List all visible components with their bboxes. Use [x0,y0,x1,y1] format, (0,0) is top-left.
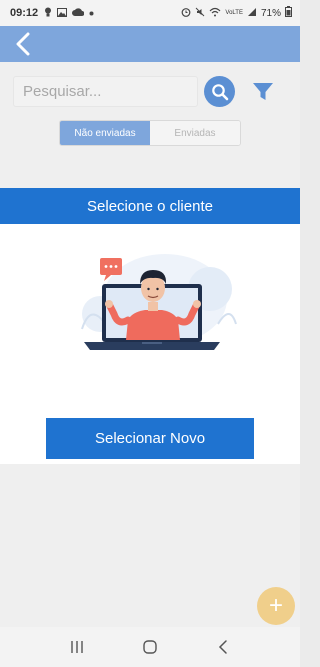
system-back-button[interactable] [208,632,238,662]
battery-percent: 71% [260,7,281,19]
tab-enviadas[interactable]: Enviadas [150,121,240,145]
recent-apps-button[interactable] [62,632,92,662]
network-label: VoLTE [225,10,243,16]
home-icon [143,640,157,654]
alarm-icon [181,7,191,20]
filter-button[interactable] [250,80,276,104]
app-screen: 09:12 VoLTE 71% Pesquisar... Não enviada… [0,0,300,667]
bulb-icon [44,7,52,19]
image-icon [57,7,68,19]
app-header [0,26,300,62]
mute-icon [195,7,205,20]
section-title: Selecione o cliente [0,188,300,224]
chevron-left-icon [16,32,30,56]
select-new-button[interactable]: Selecionar Novo [46,418,254,459]
system-navigation-bar [0,627,300,667]
status-bar: 09:12 VoLTE 71% [0,0,300,26]
recent-apps-icon [70,641,83,653]
status-right-group: VoLTE 71% [181,6,292,20]
add-fab-button[interactable]: + [257,587,295,625]
dot-icon [89,8,94,18]
person-laptop-illustration [81,254,237,350]
home-button[interactable] [135,632,165,662]
tab-nao-enviadas[interactable]: Não enviadas [60,121,150,145]
search-input[interactable] [13,76,198,107]
client-empty-state: Selecionar Novo [0,224,300,464]
cloud-icon [72,8,85,18]
battery-icon [285,6,292,20]
wifi-icon [209,7,221,20]
signal-icon [247,7,257,20]
plus-icon: + [268,592,283,619]
filter-icon [253,83,273,100]
status-tabs: Não enviadas Enviadas [59,120,241,146]
search-button[interactable] [204,76,235,107]
back-icon [219,640,228,654]
search-icon [211,83,228,100]
status-time: 09:12 [10,7,39,19]
back-button[interactable] [10,31,36,57]
